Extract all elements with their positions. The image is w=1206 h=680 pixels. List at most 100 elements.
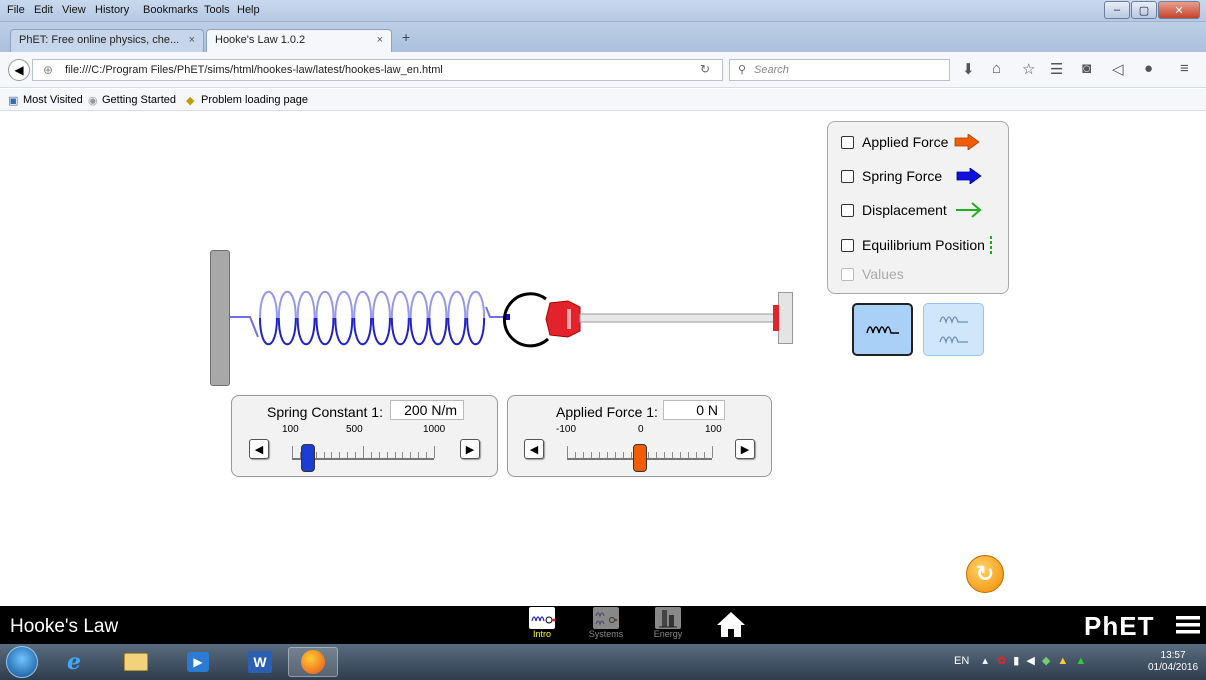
screen-systems-button[interactable]: Systems: [586, 606, 626, 644]
applied-force-checkbox[interactable]: Applied Force: [841, 134, 981, 150]
spring-coil-front: [353, 317, 373, 346]
decrease-spring-constant-button[interactable]: ◀: [249, 439, 269, 459]
app-tray-icon[interactable]: ▲: [1075, 655, 1086, 667]
spring-coil-back: [277, 290, 297, 319]
tab-hookes-law[interactable]: Hooke's Law 1.0.2 ×: [206, 29, 392, 52]
volume-icon[interactable]: ◀: [1026, 655, 1034, 667]
url-bar[interactable]: ⊕ file:///C:/Program Files/PhET/sims/htm…: [32, 59, 723, 81]
menu-bookmarks[interactable]: Bookmarks: [143, 4, 198, 16]
hook: [502, 292, 550, 348]
network-icon[interactable]: ◆: [1042, 655, 1050, 667]
tray-expand-icon[interactable]: ▴: [982, 655, 988, 667]
bookmarks-list-icon[interactable]: ☰: [1050, 60, 1063, 78]
menu-tools[interactable]: Tools: [204, 4, 230, 16]
menu-help[interactable]: Help: [237, 4, 260, 16]
two-springs-button[interactable]: [923, 303, 984, 356]
phet-logo[interactable]: PhET: [1084, 611, 1154, 642]
minimize-button[interactable]: –: [1104, 1, 1130, 19]
increase-applied-force-button[interactable]: ▶: [735, 439, 755, 459]
screen-label: Systems: [588, 629, 624, 639]
menu-view[interactable]: View: [62, 4, 86, 16]
parallel-springs-icon: [938, 315, 968, 344]
visibility-panel: Applied Force Spring Force Displacement …: [827, 121, 1009, 294]
close-tab-icon[interactable]: ×: [377, 34, 383, 46]
screen-energy-button[interactable]: Energy: [648, 606, 688, 644]
equilibrium-position-checkbox[interactable]: Equilibrium Position: [841, 236, 994, 254]
start-button[interactable]: [6, 646, 38, 678]
search-input[interactable]: ⚲ Search: [729, 59, 950, 81]
new-tab-button[interactable]: +: [402, 29, 410, 45]
bookmark-star-icon[interactable]: ☆: [1022, 60, 1035, 78]
share-icon[interactable]: ◁: [1112, 60, 1124, 78]
intro-screen-icon: [529, 607, 556, 629]
system-tray: EN ▴ ✿ ▮ ◀ ◆ ▲ ▲: [954, 654, 1086, 667]
internet-explorer-icon[interactable]: e: [52, 647, 96, 677]
back-button[interactable]: ◀: [8, 59, 30, 81]
language-indicator[interactable]: EN: [954, 655, 969, 667]
equilibrium-line-icon: [989, 236, 992, 254]
signal-icon[interactable]: ▲: [1057, 655, 1068, 667]
arm-end-stop: [773, 292, 793, 344]
slider-minor-tick: [631, 452, 632, 458]
tick-label: -100: [556, 424, 577, 435]
file-explorer-icon[interactable]: [114, 647, 158, 677]
home-screen-icon[interactable]: [716, 610, 746, 638]
applied-force-slider[interactable]: [567, 440, 713, 472]
home-icon[interactable]: ⌂: [992, 60, 1001, 77]
checkbox-label: Displacement: [862, 202, 947, 218]
acrobat-tray-icon[interactable]: ✿: [997, 655, 1006, 667]
download-icon[interactable]: ⬇: [962, 60, 975, 78]
hamburger-menu-icon[interactable]: ≡: [1180, 60, 1189, 77]
applied-force-panel: Applied Force 1: 0 N -100 0 100 ◀ ▶: [507, 395, 772, 477]
close-tab-icon[interactable]: ×: [189, 34, 195, 46]
increase-spring-constant-button[interactable]: ▶: [460, 439, 480, 459]
spring-constant-slider[interactable]: [292, 440, 435, 472]
spring-coil-back: [372, 290, 391, 319]
spring-coil-front: [409, 317, 429, 346]
slider-thumb[interactable]: [633, 444, 647, 472]
firefox-icon[interactable]: [288, 647, 338, 677]
checkbox-box[interactable]: [841, 169, 854, 183]
menu-file[interactable]: File: [7, 4, 25, 16]
maximize-button[interactable]: ▢: [1131, 1, 1157, 19]
bookmark-most-visited[interactable]: Most Visited: [23, 94, 83, 106]
menu-edit[interactable]: Edit: [34, 4, 53, 16]
reset-all-button[interactable]: ↻: [966, 555, 1004, 593]
page-info-icon[interactable]: ⊕: [43, 63, 53, 77]
phet-menu-icon[interactable]: [1176, 615, 1200, 635]
menu-history[interactable]: History: [95, 4, 129, 16]
robotic-arm-pincer[interactable]: [545, 300, 581, 338]
one-spring-button[interactable]: [852, 303, 913, 356]
spring-coil-front: [315, 317, 335, 346]
phet-navigation-bar: Hooke's Law Intro Systems Energy PhET: [0, 606, 1206, 644]
bookmark-problem-loading[interactable]: Problem loading page: [201, 94, 308, 106]
close-window-button[interactable]: ✕: [1158, 1, 1200, 19]
slider-thumb[interactable]: [301, 444, 315, 472]
screen-intro-button[interactable]: Intro: [522, 606, 562, 644]
battery-icon[interactable]: ▮: [1013, 655, 1019, 667]
single-spring-icon: [865, 325, 899, 334]
url-text: file:///C:/Program Files/PhET/sims/html/…: [65, 64, 443, 76]
pocket-icon[interactable]: ◙: [1082, 60, 1091, 77]
checkbox-box[interactable]: [841, 238, 854, 252]
menu-bar: File Edit View History Bookmarks Tools H…: [0, 0, 1206, 22]
slider-major-tick: [712, 446, 713, 458]
slider-minor-tick: [575, 452, 576, 458]
slider-minor-tick: [607, 452, 608, 458]
spring-connector: [230, 316, 259, 338]
media-player-icon[interactable]: ▶: [176, 647, 220, 677]
slider-minor-tick: [704, 452, 705, 458]
spring-coils[interactable]: [259, 290, 486, 346]
clock[interactable]: 13:57 01/04/2016: [1148, 650, 1198, 674]
spring-force-checkbox[interactable]: Spring Force: [841, 168, 982, 184]
checkbox-box[interactable]: [841, 203, 854, 217]
displacement-checkbox[interactable]: Displacement: [841, 202, 983, 218]
checkbox-box[interactable]: [841, 135, 854, 149]
bookmark-getting-started[interactable]: Getting Started: [102, 94, 176, 106]
reload-icon[interactable]: ↻: [700, 62, 710, 76]
sim-title: Hooke's Law: [10, 616, 119, 637]
chat-icon[interactable]: ●: [1144, 60, 1153, 77]
tab-phet[interactable]: PhET: Free online physics, che... ×: [10, 29, 204, 52]
word-icon[interactable]: W: [238, 647, 282, 677]
decrease-applied-force-button[interactable]: ◀: [524, 439, 544, 459]
